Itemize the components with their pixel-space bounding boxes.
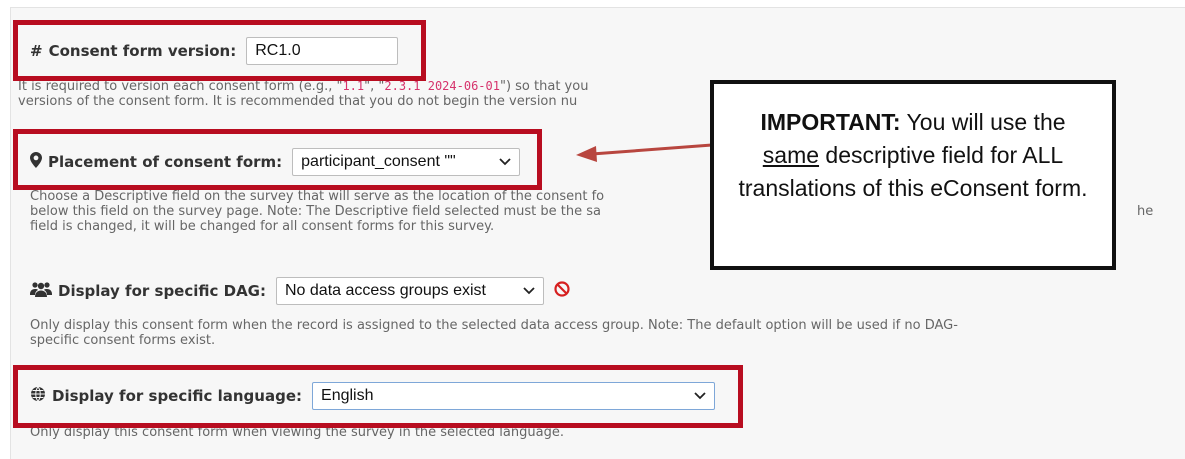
version-highlight-box bbox=[13, 20, 426, 81]
important-callout: IMPORTANT: You will use the same descrip… bbox=[710, 80, 1116, 270]
version-description: It is required to version each consent f… bbox=[18, 79, 589, 109]
dag-select[interactable]: No data access groups exist bbox=[276, 277, 544, 305]
dag-description: Only display this consent form when the … bbox=[30, 318, 958, 348]
arrow-icon bbox=[576, 143, 713, 162]
dag-row: Display for specific DAG: No data access… bbox=[30, 277, 570, 305]
language-highlight-box bbox=[13, 365, 743, 428]
callout-important-label: IMPORTANT: bbox=[760, 109, 901, 135]
placement-highlight-box bbox=[13, 129, 542, 190]
not-allowed-icon bbox=[554, 281, 570, 301]
callout-underlined-word: same bbox=[762, 142, 820, 168]
dag-selected-value: No data access groups exist bbox=[285, 282, 486, 299]
chevron-down-icon bbox=[523, 282, 535, 300]
users-icon bbox=[30, 281, 52, 301]
dag-label: Display for specific DAG: bbox=[58, 282, 266, 300]
